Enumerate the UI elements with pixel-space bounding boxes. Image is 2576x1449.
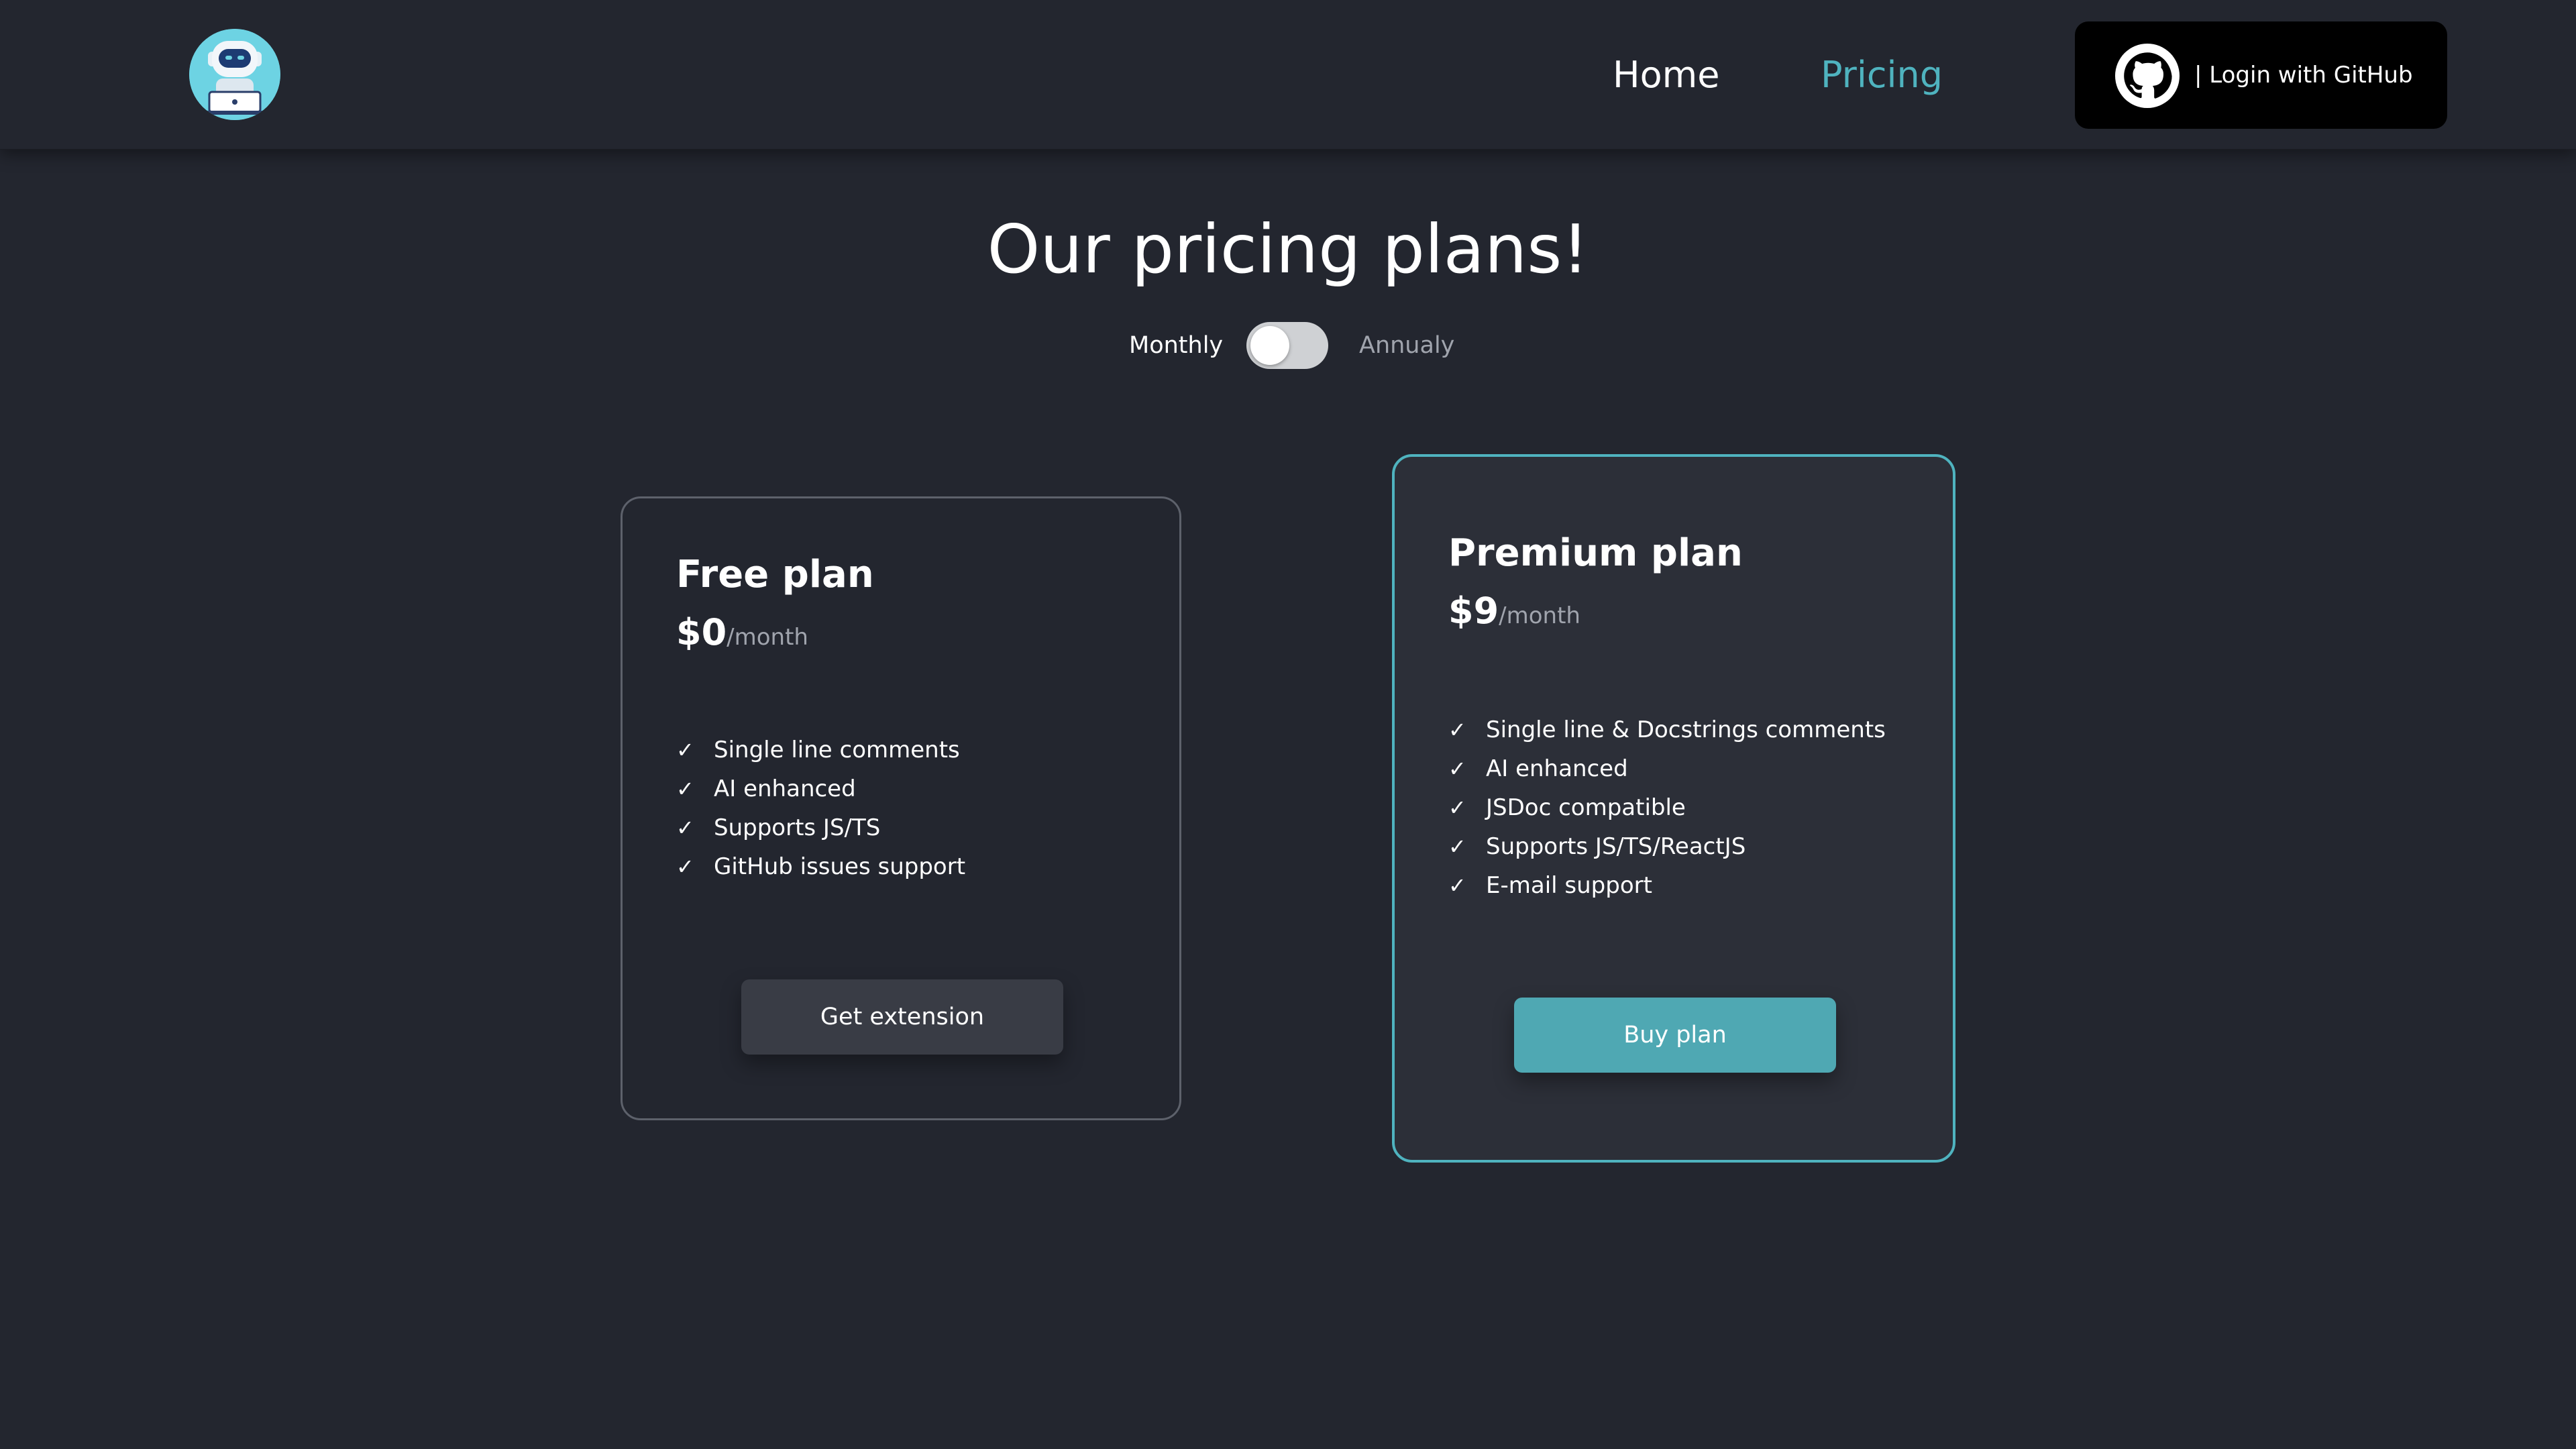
feature-item: ✓ AI enhanced [676,769,965,808]
feature-item: ✓ AI enhanced [1448,749,1886,788]
plan-name: Free plan [676,553,874,596]
price-amount: $0 [676,611,727,653]
login-with-github-button[interactable]: | Login with GitHub [2075,21,2447,129]
plan-name: Premium plan [1448,531,1743,575]
login-label: | Login with GitHub [2194,62,2413,89]
price-period: /month [1499,602,1580,629]
buy-plan-button[interactable]: Buy plan [1514,998,1836,1073]
check-icon: ✓ [1448,795,1466,820]
check-icon: ✓ [676,854,694,879]
nav-pricing-link[interactable]: Pricing [1821,54,1943,97]
feature-item: ✓ Supports JS/TS/ReactJS [1448,827,1886,866]
check-icon: ✓ [676,737,694,763]
free-plan-card: Free plan $0/month ✓ Single line comments… [621,496,1181,1120]
feature-item: ✓ JSDoc compatible [1448,788,1886,827]
plan-price: $0/month [676,611,808,653]
feature-item: ✓ Supports JS/TS [676,808,965,847]
nav-home-link[interactable]: Home [1613,54,1719,97]
premium-plan-card: Premium plan $9/month ✓ Single line & Doc… [1392,454,1955,1163]
feature-item: ✓ Single line comments [676,731,965,769]
github-icon [2115,44,2180,108]
top-navbar: Home Pricing | Login with GitHub [0,0,2576,150]
check-icon: ✓ [676,815,694,841]
robot-logo-icon[interactable] [189,29,280,120]
check-icon: ✓ [1448,873,1466,898]
feature-item: ✓ E-mail support [1448,866,1886,905]
feature-list: ✓ Single line comments ✓ AI enhanced ✓ Supp… [676,731,965,886]
billing-period-toggle[interactable] [1246,322,1328,369]
feature-item: ✓ GitHub issues support [676,847,965,886]
check-icon: ✓ [1448,756,1466,782]
feature-item: ✓ Single line & Docstrings comments [1448,710,1886,749]
check-icon: ✓ [1448,717,1466,743]
billing-monthly-label: Monthly [1129,332,1224,359]
price-amount: $9 [1448,590,1499,632]
toggle-knob [1250,326,1289,365]
page-title: Our pricing plans! [987,210,1589,288]
price-period: /month [727,624,808,651]
get-extension-button[interactable]: Get extension [741,979,1063,1055]
billing-annual-label: Annualy [1359,332,1455,359]
check-icon: ✓ [676,776,694,802]
check-icon: ✓ [1448,834,1466,859]
feature-list: ✓ Single line & Docstrings comments ✓ AI e… [1448,710,1886,905]
plan-price: $9/month [1448,590,1580,632]
